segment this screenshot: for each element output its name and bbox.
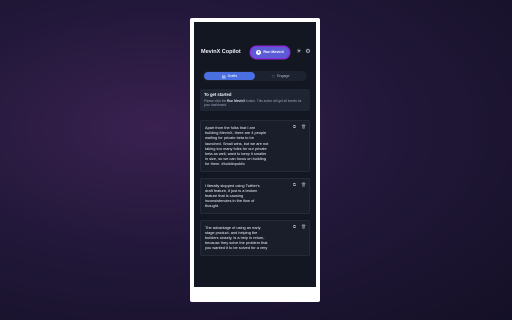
extension-panel: MevinX Copilot Run MevinX ☀ ⚙ ▤ Drafts ♡… bbox=[194, 22, 316, 287]
draft-card[interactable]: I literally stopped using Twitter's draf… bbox=[200, 177, 310, 214]
play-icon bbox=[256, 49, 262, 55]
tab-engage-label: Engage bbox=[277, 74, 290, 78]
heart-icon: ♡ bbox=[271, 73, 276, 79]
getting-started-notice: To get started Please click the Run Mevi… bbox=[200, 89, 310, 111]
notice-text-bold: Run MevinX bbox=[227, 99, 246, 103]
trash-icon[interactable]: 🗑 bbox=[301, 182, 306, 187]
trash-icon[interactable]: 🗑 bbox=[301, 125, 306, 129]
run-button-label: Run MevinX bbox=[263, 50, 284, 54]
tab-engage[interactable]: ♡ Engage bbox=[255, 72, 306, 80]
draft-card[interactable]: Apart from the folks that I am building … bbox=[200, 120, 310, 172]
copy-icon[interactable]: ⧉ bbox=[293, 125, 297, 129]
copy-icon[interactable]: ⧉ bbox=[293, 182, 297, 187]
draft-text: Apart from the folks that I am building … bbox=[205, 125, 269, 167]
gear-icon[interactable]: ⚙ bbox=[305, 49, 311, 55]
notice-text: Please click the Run MevinX button. This… bbox=[204, 99, 306, 107]
notice-title: To get started bbox=[204, 92, 232, 97]
draft-text: I literally stopped using Twitter's draf… bbox=[205, 182, 260, 209]
header: MevinX Copilot Run MevinX ☀ ⚙ bbox=[201, 45, 311, 59]
tab-bar: ▤ Drafts ♡ Engage bbox=[203, 71, 307, 81]
sun-icon[interactable]: ☀ bbox=[296, 49, 302, 55]
draft-card[interactable]: The advantage of using an early stage pr… bbox=[200, 219, 310, 256]
drafts-icon: ▤ bbox=[221, 73, 226, 79]
tab-drafts[interactable]: ▤ Drafts bbox=[204, 72, 255, 80]
draft-text: The advantage of using an early stage pr… bbox=[205, 224, 268, 251]
draft-actions: ⧉ 🗑 bbox=[293, 182, 306, 187]
run-button[interactable]: Run MevinX bbox=[251, 46, 289, 58]
draft-actions: ⧉ 🗑 bbox=[293, 125, 306, 129]
trash-icon[interactable]: 🗑 bbox=[301, 224, 306, 229]
copy-icon[interactable]: ⧉ bbox=[293, 224, 297, 229]
draft-actions: ⧉ 🗑 bbox=[293, 224, 306, 229]
app-title: MevinX Copilot bbox=[201, 49, 241, 55]
tab-drafts-label: Drafts bbox=[227, 74, 238, 78]
draft-list: Apart from the folks that I am building … bbox=[200, 120, 310, 262]
